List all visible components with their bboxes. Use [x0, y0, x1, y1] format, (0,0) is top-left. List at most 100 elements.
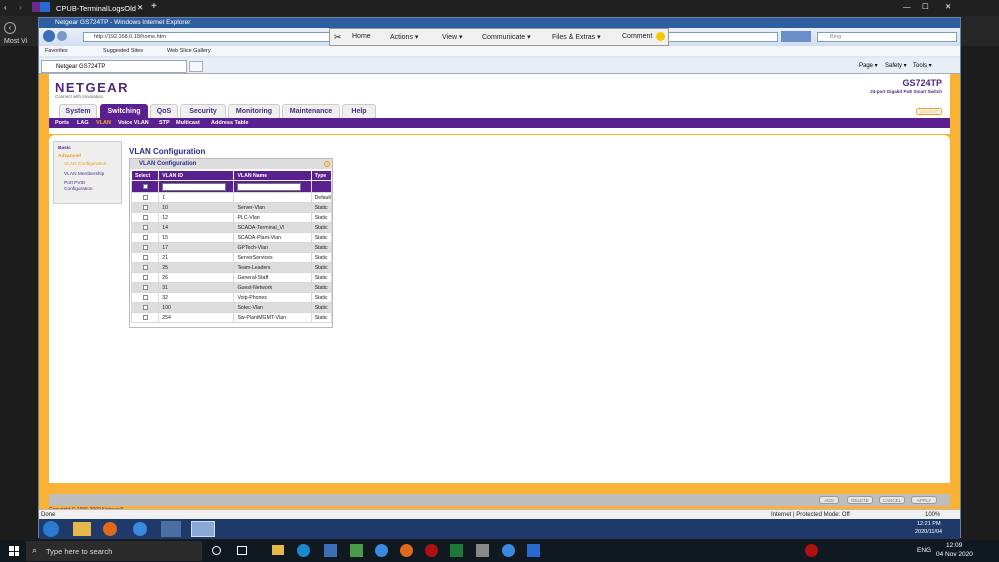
remote-start-icon[interactable] — [43, 521, 59, 537]
vlan-id-input[interactable] — [162, 182, 227, 191]
tab-maintenance[interactable]: Maintenance — [282, 104, 340, 118]
row-checkbox[interactable] — [142, 314, 148, 320]
outer-tab-bar: ‹ › CPUB-Terminal LogsOld ✕ + — ☐ ✕ — [0, 0, 999, 16]
outlook-icon[interactable] — [527, 544, 540, 557]
side-vlan-configuration[interactable]: VLAN Configuration — [64, 162, 106, 167]
cmd-view[interactable]: View ▾ — [442, 33, 463, 41]
delete-button[interactable]: DELETE — [847, 496, 873, 504]
tab-security[interactable]: Security — [180, 104, 226, 118]
row-checkbox[interactable] — [142, 274, 148, 280]
language-indicator[interactable]: ENG — [917, 547, 931, 554]
subnav-stp[interactable]: STP — [159, 118, 170, 128]
app-icon-8[interactable] — [476, 544, 489, 557]
outer-back-icon[interactable]: ‹ — [4, 22, 16, 34]
cmd-communicate[interactable]: Communicate ▾ — [482, 33, 531, 41]
vlan-name-input[interactable] — [237, 182, 302, 191]
maximize-icon[interactable]: ☐ — [922, 2, 929, 11]
app-icon-5[interactable] — [350, 544, 363, 557]
suggested-sites-link[interactable]: Suggested Sites — [103, 46, 143, 56]
cancel-button[interactable]: CANCEL — [879, 496, 905, 504]
subnav-address-table[interactable]: Address Table — [211, 118, 249, 128]
forward-icon[interactable]: › — [19, 3, 22, 12]
side-advanced[interactable]: Advanced — [58, 154, 81, 159]
subnav-multicast[interactable]: Multicast — [176, 118, 200, 128]
cmd-comment[interactable]: Comment — [622, 33, 652, 40]
row-checkbox[interactable] — [142, 294, 148, 300]
cmd-files-extras[interactable]: Files & Extras ▾ — [552, 33, 601, 41]
row-checkbox[interactable] — [142, 224, 148, 230]
side-port-pvid[interactable]: Port PVID Configuration — [64, 181, 114, 193]
subnav-vlan[interactable]: VLAN — [96, 118, 111, 128]
new-tab-button[interactable] — [189, 61, 203, 72]
row-checkbox[interactable] — [142, 254, 148, 260]
row-checkbox[interactable] — [142, 304, 148, 310]
favorites-button[interactable]: Favorites — [45, 46, 68, 56]
table-row: 32 Voip-Phones Static — [130, 292, 333, 303]
row-checkbox[interactable] — [142, 234, 148, 240]
subnav-ports[interactable]: Ports — [55, 118, 69, 128]
windows-start-icon[interactable] — [9, 546, 19, 556]
minimize-icon[interactable]: — — [903, 2, 911, 11]
outer-tab-cpub[interactable]: CPUB-Terminal — [56, 4, 108, 13]
vlan-type-cell: Default — [310, 192, 333, 203]
excel-icon[interactable] — [450, 544, 463, 557]
task-view-icon[interactable] — [237, 546, 247, 555]
row-checkbox[interactable] — [142, 204, 148, 210]
app-icon-2[interactable] — [133, 522, 147, 536]
row-checkbox[interactable] — [142, 194, 148, 200]
outer-tab-logsold[interactable]: LogsOld — [108, 4, 136, 13]
refresh-stop-icon[interactable] — [781, 31, 811, 42]
close-tab-icon[interactable]: ✕ — [137, 3, 143, 12]
app-icon-4[interactable] — [324, 544, 337, 557]
ie-taskbar-icon[interactable] — [191, 521, 215, 537]
new-tab-icon[interactable]: + — [151, 1, 157, 12]
file-explorer-icon[interactable] — [272, 545, 284, 555]
firefox-icon[interactable] — [103, 522, 117, 536]
vlan-name-cell: Guest-Network — [233, 282, 312, 293]
side-vlan-membership[interactable]: VLAN Membership — [64, 172, 104, 177]
taskbar-search[interactable]: ⌕ Type here to search — [26, 541, 202, 561]
web-slice-gallery-link[interactable]: Web Slice Gallery — [167, 46, 211, 56]
select-all-checkbox[interactable] — [142, 183, 148, 189]
tray-app-icon[interactable] — [805, 544, 818, 557]
vlan-type-cell: Static — [310, 232, 333, 243]
close-window-icon[interactable]: ✕ — [945, 2, 951, 11]
subnav-voice-vlan[interactable]: Voice VLAN — [118, 118, 149, 128]
page-tab[interactable]: Netgear GS724TP — [41, 60, 187, 73]
bing-search-input[interactable]: Bing — [817, 32, 957, 42]
smiley-icon[interactable] — [656, 32, 665, 41]
safety-menu[interactable]: Safety ▾ — [885, 62, 907, 69]
app-icon-9[interactable] — [502, 544, 515, 557]
tab-system[interactable]: System — [59, 104, 97, 118]
cmd-home[interactable]: Home — [352, 33, 371, 40]
firefox-taskbar-icon[interactable] — [400, 544, 413, 557]
cut-icon[interactable]: ✂ — [334, 32, 342, 43]
cmd-actions[interactable]: Actions ▾ — [390, 33, 418, 41]
ie-forward-icon[interactable] — [57, 31, 67, 41]
page-menu[interactable]: Page ▾ — [859, 62, 878, 69]
add-button[interactable]: ADD — [819, 496, 839, 504]
side-basic[interactable]: Basic — [58, 146, 71, 151]
tab-help[interactable]: Help — [342, 104, 376, 118]
tab-switching[interactable]: Switching — [100, 104, 148, 118]
ie-back-icon[interactable] — [43, 30, 55, 42]
back-icon[interactable]: ‹ — [4, 3, 7, 12]
row-checkbox[interactable] — [142, 244, 148, 250]
apply-button[interactable]: APPLY — [911, 496, 937, 504]
row-checkbox[interactable] — [142, 264, 148, 270]
row-checkbox[interactable] — [142, 214, 148, 220]
row-checkbox[interactable] — [142, 284, 148, 290]
app-icon-7[interactable] — [425, 544, 438, 557]
logout-button[interactable]: LOGOUT — [916, 108, 942, 115]
app-icon-6[interactable] — [375, 544, 388, 557]
cortana-icon[interactable] — [212, 546, 221, 555]
help-icon[interactable]: ? — [324, 161, 330, 167]
app-icon-3[interactable] — [161, 521, 181, 537]
vlan-id-cell: 254 — [158, 312, 235, 323]
tab-monitoring[interactable]: Monitoring — [228, 104, 280, 118]
subnav-lag[interactable]: LAG — [77, 118, 89, 128]
edge-icon[interactable] — [297, 544, 310, 557]
tools-menu[interactable]: Tools ▾ — [913, 62, 932, 69]
explorer-icon[interactable] — [73, 522, 91, 536]
tab-qos[interactable]: QoS — [150, 104, 178, 118]
